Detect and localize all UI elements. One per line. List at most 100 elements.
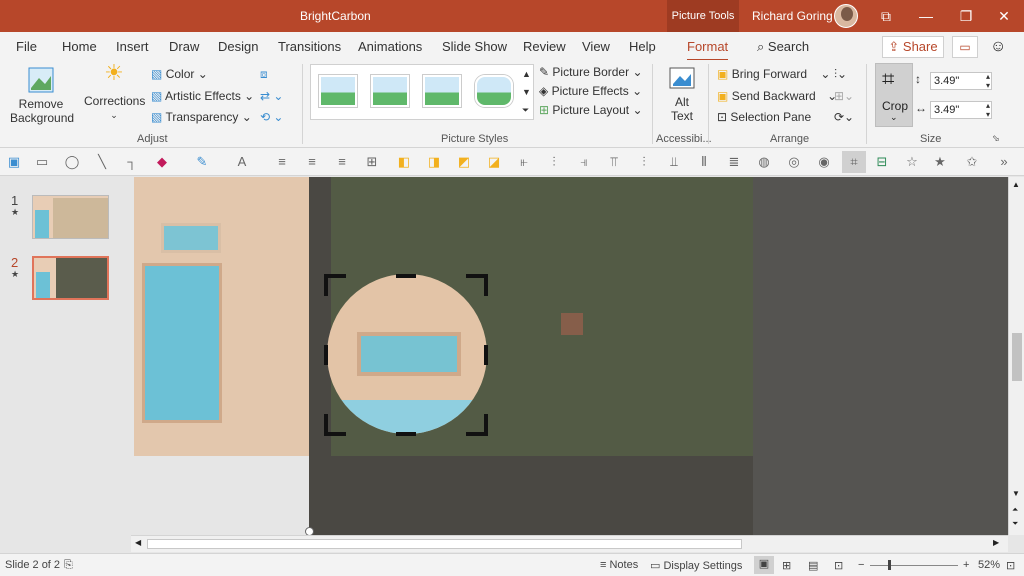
merge-shapes-icon[interactable]: ◍: [756, 154, 772, 170]
zoom-slider[interactable]: [870, 565, 958, 566]
bring-to-front-icon[interactable]: ◧: [396, 154, 412, 170]
tab-home[interactable]: Home: [62, 39, 97, 54]
vertical-scrollbar[interactable]: ▲ ▼ ⏶ ⏷: [1008, 177, 1024, 535]
tab-animations[interactable]: Animations: [358, 39, 422, 54]
distribute-icon[interactable]: ⊞: [364, 154, 380, 170]
tab-design[interactable]: Design: [218, 39, 258, 54]
crop-handle-top[interactable]: [396, 274, 416, 278]
slide-thumbnail-1[interactable]: [32, 195, 109, 239]
align-bottom-icon[interactable]: ⫫: [666, 154, 682, 170]
feedback-smiley-icon[interactable]: ☺: [990, 38, 1006, 56]
crop-icon[interactable]: ⌗: [842, 151, 866, 173]
zoom-in-icon[interactable]: +: [963, 559, 969, 571]
align-left-icon[interactable]: ≡: [274, 154, 290, 170]
reset-picture-icon[interactable]: ⟲ ⌄: [260, 110, 283, 124]
scroll-up-icon[interactable]: ▲: [1012, 180, 1020, 189]
corrections-button[interactable]: ☀ Corrections ⌄: [84, 62, 145, 122]
align-objects-center-icon[interactable]: ⫶: [546, 154, 562, 170]
align-top-icon[interactable]: ⫪: [606, 154, 622, 170]
height-stepper-icon[interactable]: ▴ ▾: [986, 72, 990, 90]
tab-format[interactable]: Format: [687, 39, 729, 61]
reading-view-icon[interactable]: ▤: [808, 559, 818, 572]
vertical-scroll-thumb[interactable]: [1012, 333, 1022, 381]
width-stepper-icon[interactable]: ▴ ▾: [986, 101, 990, 119]
crop-handle-bottom-right[interactable]: [484, 414, 488, 436]
scroll-left-icon[interactable]: ◀: [135, 538, 141, 547]
tab-draw[interactable]: Draw: [169, 39, 199, 54]
distribute-horizontal-icon[interactable]: ⦀: [696, 154, 712, 170]
combine-shapes-icon[interactable]: ◎: [786, 154, 802, 170]
notes-button[interactable]: ≡ Notes: [600, 559, 638, 571]
size-launcher-icon[interactable]: ⬂: [992, 133, 1000, 144]
bring-forward-icon[interactable]: ◩: [456, 154, 472, 170]
crop-handle-left[interactable]: [324, 345, 328, 365]
align-middle-icon[interactable]: ⫶: [636, 154, 652, 170]
ribbon-display-icon[interactable]: ⧉: [866, 0, 906, 32]
rectangle-icon[interactable]: ▭: [34, 154, 50, 170]
picture-border-button[interactable]: ✎ Picture Border ⌄: [539, 65, 643, 79]
oval-icon[interactable]: ◯: [64, 154, 80, 170]
crop-handle-bottom[interactable]: [396, 432, 416, 436]
picture-styles-gallery[interactable]: [310, 64, 534, 120]
width-field[interactable]: 3.49": [930, 101, 992, 119]
star-icon[interactable]: ★: [932, 154, 948, 170]
more-tools-icon[interactable]: »: [996, 154, 1012, 170]
gallery-more-icon[interactable]: ⏷: [522, 102, 529, 118]
height-field[interactable]: 3.49": [930, 72, 992, 90]
distribute-vertical-icon[interactable]: ≣: [726, 154, 742, 170]
align-center-icon[interactable]: ≡: [304, 154, 320, 170]
intersect-shapes-icon[interactable]: ◉: [816, 154, 832, 170]
share-button[interactable]: ⇪ Share: [882, 36, 944, 58]
alt-text-button[interactable]: Alt Text: [662, 66, 702, 123]
slide-thumbnail-2[interactable]: [32, 256, 109, 300]
change-picture-icon[interactable]: ⇄ ⌄: [260, 89, 283, 103]
text-box-icon[interactable]: ▣: [6, 154, 22, 170]
picture-style-thumb[interactable]: [319, 75, 357, 107]
restore-icon[interactable]: ❐: [946, 0, 986, 32]
next-slide-icon[interactable]: ⏷: [1012, 519, 1018, 529]
picture-effects-button[interactable]: ◈ Picture Effects ⌄: [539, 84, 642, 98]
zoom-slider-thumb[interactable]: [888, 560, 891, 570]
tab-transitions[interactable]: Transitions: [278, 39, 341, 54]
font-color-icon[interactable]: A: [234, 154, 250, 170]
compress-pictures-icon[interactable]: ⧈: [260, 67, 268, 82]
scroll-down-icon[interactable]: ▼: [1012, 489, 1020, 498]
minimize-icon[interactable]: —: [906, 0, 946, 32]
line-icon[interactable]: ╲: [94, 154, 110, 170]
tab-slide-show[interactable]: Slide Show: [442, 39, 507, 54]
picture-style-thumb[interactable]: [475, 75, 513, 107]
crop-handle-bottom-left[interactable]: [324, 414, 328, 436]
scroll-right-icon[interactable]: ▶: [993, 538, 999, 547]
crop-handle-top-right[interactable]: [484, 274, 488, 296]
picture-layout-button[interactable]: ⊞ Picture Layout ⌄: [539, 103, 643, 117]
display-settings-button[interactable]: ▭ Display Settings: [650, 559, 742, 572]
rotate-icon[interactable]: ⟳⌄: [834, 110, 854, 124]
send-to-back-icon[interactable]: ◨: [426, 154, 442, 170]
zoom-level[interactable]: 52%: [978, 559, 1000, 571]
connector-icon[interactable]: ┐: [124, 154, 140, 170]
slide-show-icon[interactable]: ⊡: [834, 559, 843, 572]
user-name[interactable]: Richard Goring: [752, 9, 833, 23]
comments-icon[interactable]: ▭: [952, 36, 978, 58]
group-icon[interactable]: ⊞⌄: [834, 89, 854, 103]
star-outline-icon[interactable]: ☆: [904, 154, 920, 170]
align-icon[interactable]: ⫶⌄: [834, 67, 847, 82]
send-backward-button[interactable]: ▣ Send Backward ⌄: [717, 89, 837, 103]
selection-pane-button[interactable]: ⊡ Selection Pane: [717, 110, 811, 124]
previous-slide-icon[interactable]: ⏶: [1012, 505, 1018, 515]
align-objects-right-icon[interactable]: ⫣: [576, 154, 592, 170]
tab-file[interactable]: File: [16, 39, 37, 54]
star-settings-icon[interactable]: ✩: [964, 154, 980, 170]
tab-review[interactable]: Review: [523, 39, 566, 54]
crop-handle-right[interactable]: [484, 345, 488, 365]
circle-crop-picture[interactable]: [327, 274, 487, 434]
picture-style-thumb[interactable]: [423, 75, 461, 107]
fill-color-icon[interactable]: ◆: [154, 154, 170, 170]
horizontal-scrollbar[interactable]: ◀ ▶: [131, 535, 1008, 552]
gallery-scroll-up-icon[interactable]: ▲: [522, 66, 531, 82]
gallery-scroll-down-icon[interactable]: ▼: [522, 84, 531, 100]
transparency-button[interactable]: ▧ Transparency ⌄: [151, 110, 252, 124]
artistic-effects-button[interactable]: ▧ Artistic Effects ⌄: [151, 89, 254, 103]
fit-to-window-icon[interactable]: ⊡: [1006, 559, 1015, 572]
slide-canvas[interactable]: [131, 177, 1008, 535]
